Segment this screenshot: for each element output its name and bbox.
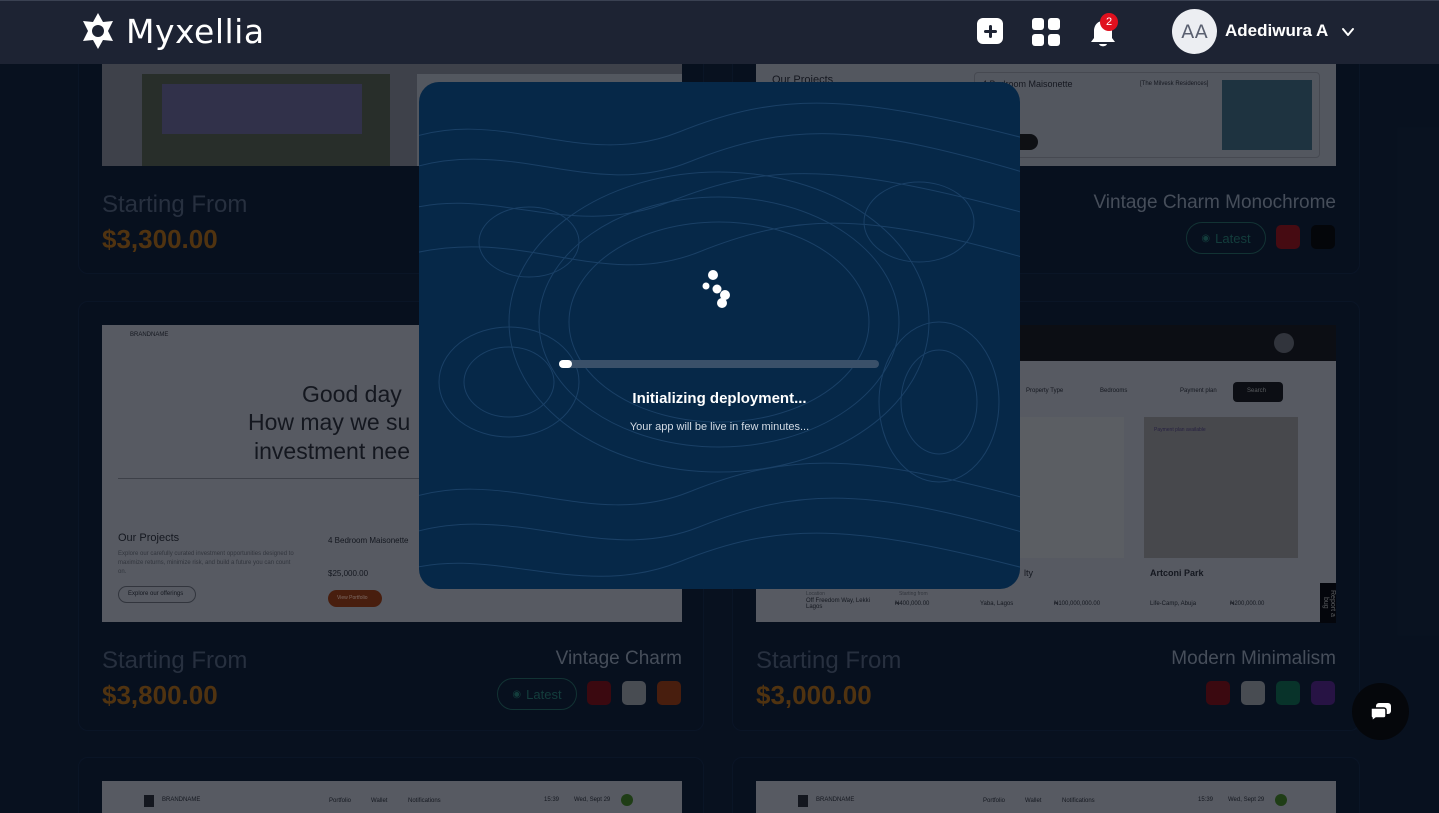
topographic-pattern: [419, 102, 1020, 577]
modal-title: Initializing deployment...: [632, 390, 807, 407]
top-navigation-bar: Myxellia 2 AA Adediwura A: [0, 0, 1439, 64]
user-name[interactable]: Adediwura A: [1225, 21, 1328, 41]
modal-subtitle: Your app will be live in few minutes...: [629, 421, 810, 433]
brand-logo[interactable]: Myxellia: [78, 11, 265, 51]
progress-fill: [559, 360, 572, 368]
brand-name: Myxellia: [126, 11, 265, 51]
chat-support-button[interactable]: [1352, 683, 1409, 740]
apps-grid-button[interactable]: [1032, 18, 1060, 46]
grid-square-icon: [1048, 34, 1060, 46]
chevron-down-icon[interactable]: [1341, 25, 1355, 39]
create-new-button[interactable]: [977, 18, 1003, 44]
grid-square-icon: [1032, 18, 1044, 30]
chat-bubble-icon: [1369, 702, 1391, 722]
notification-count-badge: 2: [1100, 13, 1118, 31]
grid-square-icon: [1032, 34, 1044, 46]
deployment-modal: [419, 82, 1020, 589]
loading-spinner-icon: [702, 270, 730, 308]
grid-square-icon: [1048, 18, 1060, 30]
deployment-progress-bar: [559, 360, 879, 368]
logo-star-icon: [83, 13, 113, 49]
user-avatar[interactable]: AA: [1172, 9, 1217, 54]
